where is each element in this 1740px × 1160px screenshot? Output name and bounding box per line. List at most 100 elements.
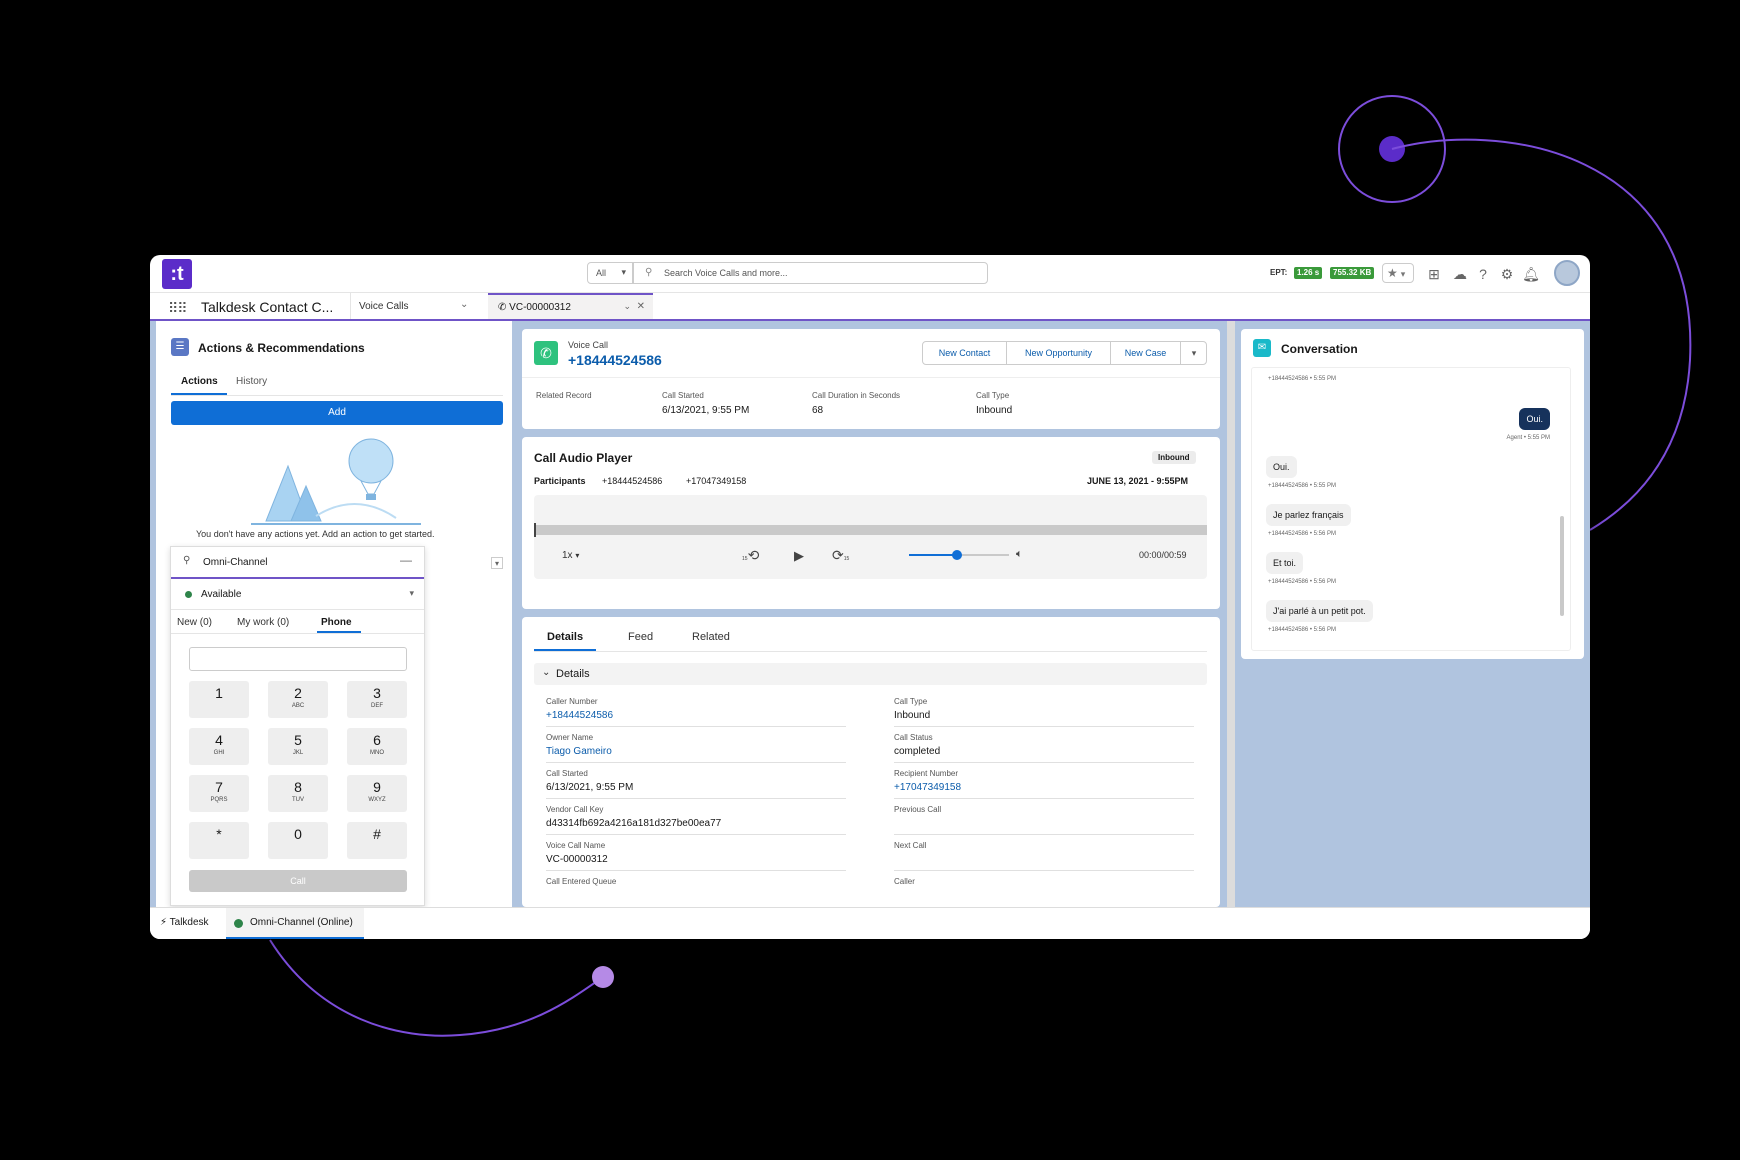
- keypad-key[interactable]: 0: [268, 822, 328, 859]
- field-divider: [894, 798, 1194, 799]
- playback-time: 00:00/00:59: [1139, 550, 1187, 560]
- keypad-key[interactable]: 7 PQRS: [189, 775, 249, 812]
- skip-forward-icon[interactable]: ⟳15: [832, 547, 849, 564]
- details-section-header[interactable]: ⌄ Details: [534, 663, 1207, 685]
- global-search-input[interactable]: Search Voice Calls and more...: [633, 262, 988, 284]
- new-case-button[interactable]: New Case: [1111, 342, 1181, 364]
- keypad-key[interactable]: 5 JKL: [268, 728, 328, 765]
- tab-phone[interactable]: Phone: [321, 617, 352, 628]
- actions-title: Actions & Recommendations: [198, 341, 365, 355]
- field-value[interactable]: Tiago Gameiro: [546, 746, 612, 757]
- tab-details[interactable]: Details: [547, 631, 583, 643]
- bell-icon[interactable]: 🔔︎: [1522, 265, 1540, 283]
- utility-bar: ⚡︎ Talkdesk Omni-Channel (Online): [150, 907, 1590, 939]
- app-launcher-icon[interactable]: ⠿⠿: [168, 300, 187, 317]
- tab-actions[interactable]: Actions: [181, 376, 218, 387]
- dial-number-input[interactable]: [189, 647, 407, 671]
- player-title: Call Audio Player: [534, 451, 633, 465]
- help-icon[interactable]: ?: [1474, 265, 1492, 283]
- chevron-down-icon: ▾: [1400, 269, 1406, 279]
- ept-time-badge: 1.26 s: [1294, 267, 1323, 279]
- waveform-track[interactable]: [534, 525, 1207, 535]
- chevron-down-icon[interactable]: ▾: [1181, 342, 1207, 364]
- keypad-key[interactable]: *: [189, 822, 249, 859]
- empty-state-illustration: [251, 438, 421, 525]
- chevron-down-icon: ▾: [621, 267, 626, 277]
- volume-icon[interactable]: 🔈︎: [1016, 548, 1023, 561]
- status-select[interactable]: Available ▾: [171, 580, 424, 610]
- ept-size-badge: 755.32 KB: [1330, 267, 1375, 279]
- app-window: :t All ▾ ⚲ Search Voice Calls and more..…: [150, 255, 1590, 939]
- utility-item-omni-channel[interactable]: Omni-Channel (Online): [226, 908, 364, 939]
- field-divider: [546, 762, 846, 763]
- customer-message: Oui.: [1266, 456, 1297, 478]
- message-meta: +18444524586 • 5:56 PM: [1268, 531, 1336, 537]
- utility-item-talkdesk[interactable]: ⚡︎ Talkdesk: [160, 917, 209, 928]
- playback-speed-select[interactable]: 1x ▾: [562, 550, 579, 561]
- tab-my-work[interactable]: My work (0): [237, 617, 289, 628]
- field-label: Caller: [894, 877, 915, 886]
- highlight-value: Inbound: [976, 405, 1013, 416]
- add-action-button[interactable]: Add: [171, 401, 503, 425]
- volume-slider-handle[interactable]: [952, 550, 962, 560]
- keypad-key[interactable]: 6 MNO: [347, 728, 407, 765]
- message-meta: +18444524586 • 5:55 PM: [1268, 376, 1336, 382]
- field-value[interactable]: +17047349158: [894, 782, 961, 793]
- keypad-key[interactable]: 4 GHI: [189, 728, 249, 765]
- search-scope-select[interactable]: All ▾: [587, 262, 633, 284]
- keypad-key[interactable]: 3 DEF: [347, 681, 407, 718]
- tab-new[interactable]: New (0): [177, 617, 212, 628]
- trailhead-icon[interactable]: ☁: [1451, 265, 1469, 283]
- add-icon[interactable]: ⊞: [1425, 265, 1443, 283]
- chevron-down-icon[interactable]: ⌄: [460, 299, 468, 310]
- gear-icon[interactable]: ⚙: [1498, 265, 1516, 283]
- field-divider: [894, 762, 1194, 763]
- tab-feed[interactable]: Feed: [628, 631, 653, 643]
- skip-back-icon[interactable]: 15⟲: [742, 547, 759, 564]
- call-button[interactable]: Call: [189, 870, 407, 892]
- play-icon[interactable]: ▶: [794, 548, 804, 564]
- call-type-badge: Inbound: [1152, 451, 1196, 464]
- tab-history[interactable]: History: [236, 376, 267, 387]
- close-icon[interactable]: ✕: [637, 301, 645, 312]
- keypad-key[interactable]: 1: [189, 681, 249, 718]
- field-label: Vendor Call Key: [546, 805, 604, 814]
- keypad-key[interactable]: 2 ABC: [268, 681, 328, 718]
- playback-progress: [534, 523, 536, 537]
- minimize-icon[interactable]: —: [400, 553, 412, 567]
- workspace: ☰ Actions & Recommendations Actions Hist…: [150, 321, 1590, 907]
- tab-related[interactable]: Related: [692, 631, 730, 643]
- global-header: :t All ▾ ⚲ Search Voice Calls and more..…: [150, 255, 1590, 293]
- omni-icon: ⚲: [183, 555, 191, 566]
- message-meta: +18444524586 • 5:56 PM: [1268, 627, 1336, 633]
- chevron-down-icon: ⌄: [542, 667, 551, 678]
- omni-header-divider: [171, 577, 424, 579]
- conversation-card: ✉ Conversation +18444524586 • 5:55 PM Oui…: [1241, 329, 1584, 659]
- field-divider: [546, 834, 846, 835]
- highlight-value: 6/13/2021, 9:55 PM: [662, 405, 750, 416]
- field-divider: [894, 726, 1194, 727]
- call-audio-player-card: Call Audio Player Inbound Participants +…: [522, 437, 1220, 609]
- object-nav-voice-calls[interactable]: Voice Calls: [350, 293, 475, 319]
- new-opportunity-button[interactable]: New Opportunity: [1007, 342, 1111, 364]
- lightning-icon: ⚡︎: [160, 917, 168, 928]
- field-label: Call Type: [894, 697, 928, 706]
- record-title: +18444524586: [568, 352, 662, 368]
- chevron-down-icon[interactable]: ⌄: [623, 301, 631, 312]
- talkdesk-logo[interactable]: :t: [162, 259, 192, 289]
- keypad-key[interactable]: 8 TUV: [268, 775, 328, 812]
- field-value: VC-00000312: [546, 854, 608, 865]
- favorites-button[interactable]: ★ ▾: [1382, 263, 1414, 283]
- panel-scrollbar[interactable]: [1227, 321, 1235, 907]
- thread-scrollbar[interactable]: [1560, 516, 1564, 616]
- user-avatar[interactable]: [1554, 260, 1580, 286]
- tab-record[interactable]: ✆ VC-00000312 ⌄ ✕: [488, 293, 653, 319]
- keypad-key[interactable]: #: [347, 822, 407, 859]
- new-contact-button[interactable]: New Contact: [923, 342, 1007, 364]
- chevron-down-icon: ▾: [575, 551, 580, 560]
- field-value[interactable]: +18444524586: [546, 710, 613, 721]
- keypad-key[interactable]: 9 WXYZ: [347, 775, 407, 812]
- status-online-icon: [185, 591, 192, 598]
- chevron-down-icon[interactable]: ▾: [491, 557, 503, 569]
- field-label: Call Started: [546, 769, 588, 778]
